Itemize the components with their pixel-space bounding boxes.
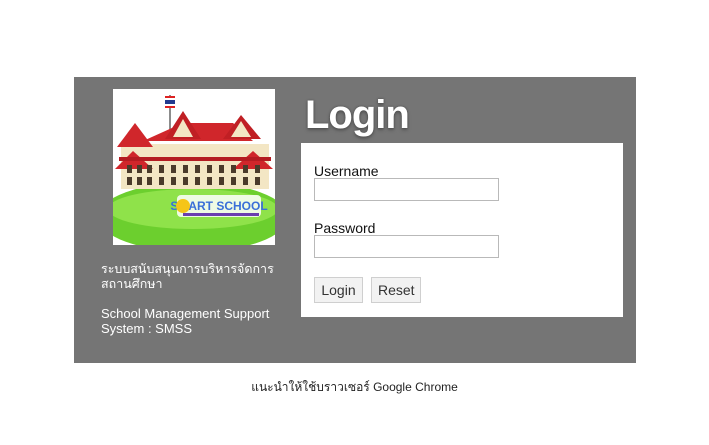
system-name-english: School Management Support System : SMSS [101,306,270,336]
login-title: Login [305,93,410,137]
username-label: Username [314,163,379,179]
browser-recommendation: แนะนำให้ใช้บราวเซอร์ Google Chrome [251,380,458,394]
password-input[interactable] [314,235,499,258]
username-input[interactable] [314,178,499,201]
reset-button[interactable]: Reset [371,277,421,303]
login-button[interactable]: Login [314,277,363,303]
login-panel: SMART SCHOOL ระบบสนับสนุนการบริหารจัดการ… [74,77,636,363]
password-label: Password [314,220,376,236]
login-form: Username Password Login Reset [301,143,623,317]
school-logo: SMART SCHOOL [113,89,275,245]
system-name-thai: ระบบสนับสนุนการบริหารจัดการสถานศึกษา [101,262,274,291]
